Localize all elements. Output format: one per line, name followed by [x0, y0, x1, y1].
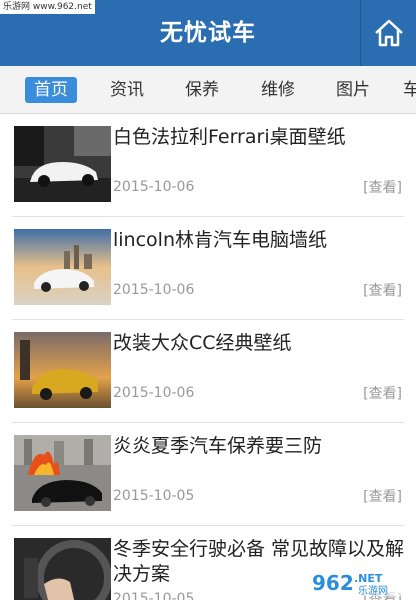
article-thumbnail — [14, 126, 111, 202]
article-date: 2015-10-05 — [113, 488, 195, 504]
article-title[interactable]: lincoln林肯汽车电脑墙纸 — [113, 228, 408, 253]
tab-repair[interactable]: 维修 — [252, 77, 304, 103]
brand-watermark: 962 .NET 乐游网 — [306, 566, 412, 598]
tab-home[interactable]: 首页 — [25, 77, 77, 103]
article-thumbnail — [14, 435, 111, 511]
view-link[interactable]: [查看] — [363, 383, 402, 403]
article-thumbnail — [14, 538, 111, 600]
list-item[interactable]: 炎炎夏季汽车保养要三防 2015-10-05 [查看] — [0, 423, 416, 526]
tab-cars[interactable]: 车 — [403, 77, 416, 103]
view-link[interactable]: [查看] — [363, 280, 402, 300]
article-thumbnail — [14, 229, 111, 305]
list-item[interactable]: 白色法拉利Ferrari桌面壁纸 2015-10-06 [查看] — [0, 114, 416, 217]
article-title[interactable]: 白色法拉利Ferrari桌面壁纸 — [113, 125, 408, 150]
category-tabs: 首页 资讯 保养 维修 图片 车 — [0, 66, 416, 114]
article-date: 2015-10-06 — [113, 282, 195, 298]
watermark-sub: 乐游网 — [358, 584, 388, 597]
tab-news[interactable]: 资讯 — [101, 77, 153, 103]
tab-pictures[interactable]: 图片 — [327, 77, 379, 103]
view-link[interactable]: [查看] — [363, 486, 402, 506]
view-link[interactable]: [查看] — [363, 177, 402, 197]
article-thumbnail — [14, 332, 111, 408]
site-watermark: 乐游网 www.962.net — [0, 0, 95, 14]
home-button[interactable] — [360, 0, 416, 66]
article-title[interactable]: 炎炎夏季汽车保养要三防 — [113, 434, 408, 459]
article-title[interactable]: 改装大众CC经典壁纸 — [113, 331, 408, 356]
article-date: 2015-10-05 — [113, 591, 195, 600]
article-date: 2015-10-06 — [113, 385, 195, 401]
tab-maintenance[interactable]: 保养 — [176, 77, 228, 103]
article-date: 2015-10-06 — [113, 179, 195, 195]
list-item[interactable]: lincoln林肯汽车电脑墙纸 2015-10-06 [查看] — [0, 217, 416, 320]
watermark-suffix: .NET — [354, 572, 383, 585]
list-item[interactable]: 改装大众CC经典壁纸 2015-10-06 [查看] — [0, 320, 416, 423]
home-icon — [374, 19, 403, 47]
watermark-brand: 962 — [312, 571, 354, 595]
